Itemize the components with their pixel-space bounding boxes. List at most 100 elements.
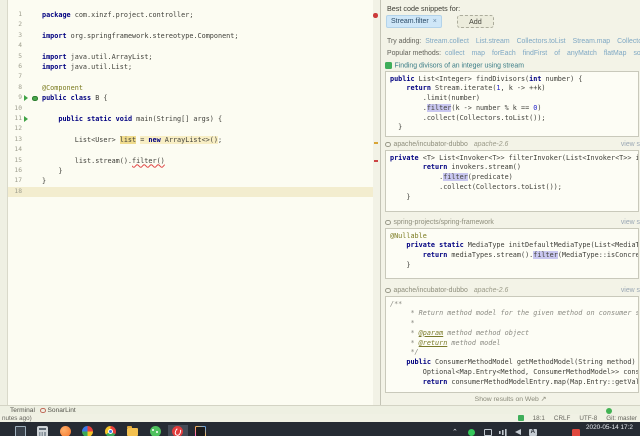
line-ending-widget[interactable]: CRLF (554, 415, 570, 422)
try-adding-link[interactable]: Stream.map (573, 38, 611, 45)
chrome-icon (105, 426, 116, 436)
snippet-code-box[interactable]: public List<Integer> findDivisors(int nu… (385, 71, 639, 137)
code-editor[interactable]: 1package com.xinzf.project.controller;23… (8, 0, 373, 405)
file-explorer-taskbar-button[interactable] (123, 425, 143, 436)
popular-method-link[interactable]: sorted (633, 50, 640, 57)
try-adding-link[interactable]: Stream.collect (425, 38, 469, 45)
popular-method-link[interactable]: forEach (492, 50, 516, 57)
popular-method-link[interactable]: collect (445, 50, 465, 57)
snippet-repo-header[interactable]: apache/incubator-dubboapache-2.6view s (385, 141, 638, 150)
netease-music-taskbar-button[interactable] (168, 425, 188, 436)
editor-line[interactable]: 6import java.util.List; (8, 62, 373, 72)
editor-line[interactable]: 1package com.xinzf.project.controller; (8, 10, 373, 20)
popular-method-link[interactable]: of (554, 50, 560, 57)
show-results-link[interactable]: Show results on Web ↗ (381, 395, 640, 403)
popular-method-link[interactable]: flatMap (604, 50, 627, 57)
snippet-code-box[interactable]: private <T> List<Invoker<T>> filterInvok… (385, 150, 639, 212)
run-icon[interactable] (24, 116, 28, 122)
display-tray-icon[interactable] (484, 429, 492, 436)
error-stripe-mark[interactable] (374, 160, 378, 162)
editor-line[interactable]: 8@Component (8, 83, 373, 93)
repo-name[interactable]: apache/incubator-dubbo (394, 141, 468, 148)
network-tray-icon[interactable] (499, 429, 507, 436)
file-explorer-icon (127, 428, 138, 436)
plugin-status-icon[interactable] (606, 408, 612, 414)
ime-tray-icon[interactable]: A (529, 429, 537, 436)
repo-name[interactable]: spring-projects/spring-framework (394, 219, 494, 226)
intellij-idea-taskbar-button[interactable] (190, 425, 210, 436)
caret-position-widget[interactable]: 18:1 (533, 415, 545, 422)
line-number: 10 (8, 104, 22, 114)
editor-line[interactable]: 15 list.stream().filter() (8, 156, 373, 166)
try-adding-link[interactable]: Collectors.toSet (617, 38, 640, 45)
editor-line[interactable]: 14 (8, 145, 373, 155)
try-adding-link[interactable]: Collectors.toList (517, 38, 566, 45)
window-taskbar-button[interactable] (10, 425, 30, 436)
try-adding-links: Stream.collect List.stream Collectors.toLi… (425, 38, 640, 45)
snippet-repo-header[interactable]: spring-projects/spring-framework view s (385, 219, 638, 228)
add-button[interactable]: Add (457, 15, 494, 28)
netease-music-icon (172, 426, 183, 436)
line-number: 8 (8, 83, 22, 93)
orange-app-taskbar-button[interactable] (55, 425, 75, 436)
popular-method-link[interactable]: map (472, 50, 485, 57)
green-dot-tray-icon[interactable] (468, 429, 475, 436)
editor-line[interactable]: 11 public static void main(String[] args… (8, 114, 373, 124)
view-source-link[interactable]: view s (621, 141, 640, 148)
view-source-link[interactable]: view s (621, 219, 640, 226)
spring-bean-icon[interactable] (32, 96, 38, 102)
code-text: import org.springframework.stereotype.Co… (42, 32, 238, 40)
editor-line[interactable]: 5import java.util.ArrayList; (8, 52, 373, 62)
line-number: 9 (8, 93, 22, 103)
snippet-code-box[interactable]: @Nullable private static MediaType initD… (385, 228, 639, 279)
try-adding-link[interactable]: List.stream (476, 38, 510, 45)
editor-line[interactable]: 18 (8, 187, 373, 197)
editor-line[interactable]: 3 import org.springframework.stereotype.C… (8, 31, 373, 41)
editor-line[interactable]: 7 (8, 72, 373, 82)
repo-name[interactable]: apache/incubator-dubbo (394, 287, 468, 294)
editor-line[interactable]: 12 (8, 124, 373, 134)
red-app-tray-icon[interactable] (572, 429, 580, 436)
editor-line[interactable]: 16 } (8, 166, 373, 176)
wechat-taskbar-button[interactable] (145, 425, 165, 436)
snippet-example-header[interactable]: Finding divisors of an integer using str… (385, 62, 638, 71)
chrome-taskbar-button[interactable] (100, 425, 120, 436)
chevron-up-tray-icon[interactable]: ⌃ (452, 429, 458, 436)
calculator-taskbar-button[interactable] (33, 425, 53, 436)
view-source-link[interactable]: view s (621, 287, 640, 294)
code-text: import java.util.List; (42, 63, 132, 71)
snippet-code-box[interactable]: /** * Return method model for the given … (385, 296, 639, 393)
gutter (22, 20, 42, 30)
editor-line[interactable]: 17} (8, 176, 373, 186)
line-number: 3 (8, 31, 22, 41)
editor-line[interactable]: 2 (8, 20, 373, 30)
repo-icon (385, 288, 391, 294)
editor-line[interactable]: 4 (8, 41, 373, 51)
popular-method-link[interactable]: findFirst (523, 50, 548, 57)
snippet-repo-header[interactable]: apache/incubator-dubboapache-2.6view s (385, 287, 638, 296)
chip-close-icon[interactable]: × (433, 18, 437, 25)
run-icon[interactable] (24, 95, 28, 101)
tool-window-stripe (0, 0, 8, 405)
git-branch-widget[interactable]: Git: master (606, 415, 637, 422)
code-text: public static void main(String[] args) { (42, 115, 222, 123)
gutter (22, 104, 42, 114)
sonarlint-tab[interactable]: SonarLint (40, 407, 76, 414)
code-text: } (42, 177, 46, 185)
status-bar: nutes ago) 18:1CRLFUTF-8Git: master (0, 414, 640, 422)
warning-stripe-mark[interactable] (374, 142, 378, 144)
editor-line[interactable]: 10 (8, 104, 373, 114)
editor-line[interactable]: 9public class B { (8, 93, 373, 103)
volume-tray-icon[interactable] (515, 429, 521, 435)
query-chip[interactable]: Stream.filter× (386, 15, 442, 28)
encoding-widget[interactable]: UTF-8 (579, 415, 597, 422)
popular-method-link[interactable]: anyMatch (567, 50, 597, 57)
taskbar-datetime[interactable]: 2020-05-14 17:2 (586, 424, 633, 431)
inspection-error-indicator[interactable] (373, 13, 378, 18)
terminal-tab[interactable]: Terminal (10, 407, 35, 414)
try-adding-row: Try adding:Stream.collectList.streamColl… (387, 38, 640, 45)
pinwheel-app-taskbar-button[interactable] (78, 425, 98, 436)
assistant-status-icon[interactable] (518, 415, 524, 421)
editor-line[interactable]: 13 List<User> list = new ArrayList<>(); (8, 135, 373, 145)
line-number: 17 (8, 176, 22, 186)
